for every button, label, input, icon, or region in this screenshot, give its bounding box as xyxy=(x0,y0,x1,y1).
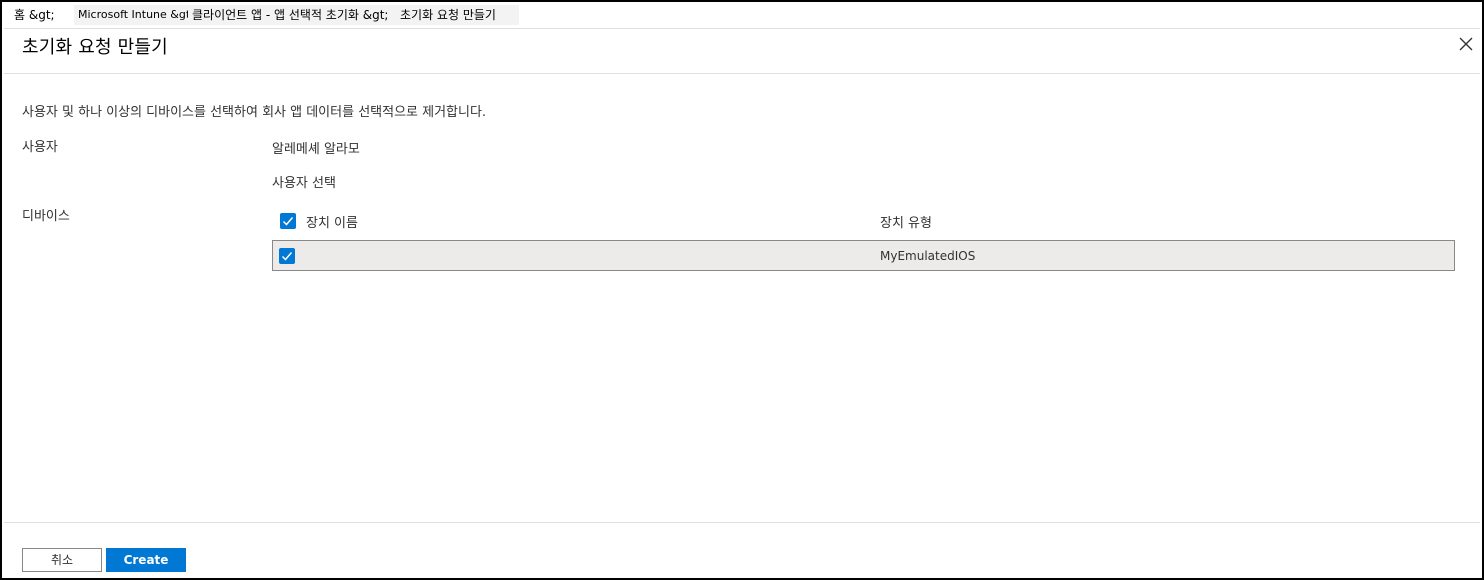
device-label: 디바이스 xyxy=(22,209,70,224)
select-all-devices-checkbox[interactable] xyxy=(280,213,296,229)
close-icon xyxy=(1459,37,1473,51)
selected-user-name: 알레메셰 알라모 xyxy=(272,142,360,157)
cancel-button[interactable]: 취소 xyxy=(22,548,102,572)
table-row[interactable]: MyEmulatedIOS xyxy=(272,240,1455,271)
column-header-device-name[interactable]: 장치 이름 xyxy=(306,212,358,231)
create-wipe-request-blade: 홈 &gt; Microsoft Intune &gt; 클라이언트 앱 - 앱… xyxy=(0,0,1484,580)
column-header-device-type[interactable]: 장치 유형 xyxy=(880,212,932,231)
checkmark-icon xyxy=(282,217,294,226)
breadcrumb-client-apps[interactable]: 클라이언트 앱 - 앱 선택적 초기화 &gt; xyxy=(188,5,396,25)
device-type-cell: MyEmulatedIOS xyxy=(880,249,976,263)
select-user-link[interactable]: 사용자 선택 xyxy=(272,172,336,191)
breadcrumb-home[interactable]: 홈 &gt; xyxy=(10,5,74,25)
breadcrumb: 홈 &gt; Microsoft Intune &gt; 클라이언트 앱 - 앱… xyxy=(10,5,519,25)
footer-divider xyxy=(4,522,1480,523)
page-description: 사용자 및 하나 이상의 디바이스를 선택하여 회사 앱 데이터를 선택적으로 … xyxy=(22,105,487,120)
checkmark-icon xyxy=(281,252,293,261)
breadcrumb-divider xyxy=(4,28,1480,29)
user-label: 사용자 xyxy=(22,140,58,155)
breadcrumb-intune[interactable]: Microsoft Intune &gt; xyxy=(74,5,194,25)
create-button[interactable]: Create xyxy=(106,548,186,572)
page-title: 초기화 요청 만들기 xyxy=(22,37,168,58)
breadcrumb-current: 초기화 요청 만들기 xyxy=(396,5,519,25)
header-divider xyxy=(4,73,1480,74)
close-button[interactable] xyxy=(1455,33,1477,55)
device-row-checkbox[interactable] xyxy=(279,248,295,264)
